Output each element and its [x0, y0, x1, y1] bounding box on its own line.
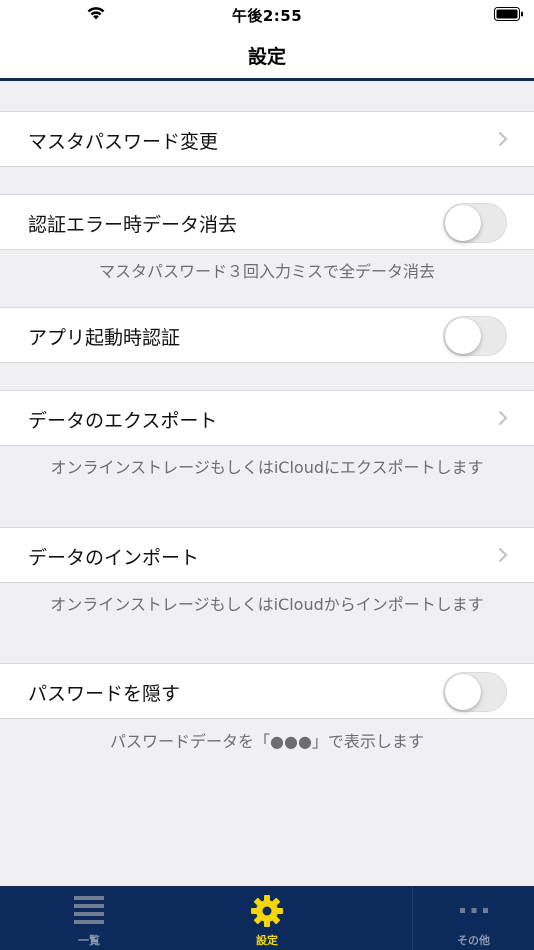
auth-on-launch-toggle[interactable] [443, 316, 507, 356]
tab-label: 一覧 [78, 934, 100, 947]
row-label: データのエクスポート [28, 410, 218, 432]
page-title: 設定 [247, 46, 286, 68]
wipe-on-auth-error-toggle[interactable] [443, 203, 507, 243]
chevron-right-icon [498, 547, 508, 563]
data-import-row[interactable]: データのインポート [0, 527, 534, 583]
tab-label: その他 [457, 934, 490, 947]
toggle-knob [445, 318, 481, 354]
row-label: データのインポート [28, 547, 200, 569]
list-icon [74, 896, 104, 924]
tab-bar: 一覧 設定 その他 [0, 886, 534, 950]
tab-other[interactable]: その他 [412, 886, 534, 950]
wipe-on-auth-error-footer: マスタパスワード３回入力ミスで全データ消去 [98, 262, 435, 281]
battery-icon [494, 7, 523, 21]
navigation-bar: 設定 [0, 28, 534, 81]
tab-label: 設定 [256, 934, 278, 947]
settings-screen: 午後2:55 設定 マスタパスワード変更 認証エラー時データ消去 マスタパスワー… [0, 0, 534, 950]
chevron-right-icon [498, 410, 508, 426]
tab-list[interactable]: 一覧 [0, 886, 178, 950]
status-time: 午後2:55 [231, 7, 303, 25]
hide-password-row: パスワードを隠す [0, 663, 534, 719]
row-label: マスタパスワード変更 [28, 131, 219, 153]
auth-on-launch-row: アプリ起動時認証 [0, 307, 534, 363]
wipe-on-auth-error-row: 認証エラー時データ消去 [0, 194, 534, 250]
hide-password-toggle[interactable] [443, 672, 507, 712]
data-export-row[interactable]: データのエクスポート [0, 390, 534, 446]
hide-password-footer: パスワードデータを「●●●」で表示します [110, 732, 424, 751]
row-label: パスワードを隠す [28, 683, 181, 705]
toggle-knob [445, 205, 481, 241]
toggle-knob [445, 674, 481, 710]
more-icon [459, 908, 488, 913]
status-bar: 午後2:55 [0, 0, 534, 28]
tab-settings[interactable]: 設定 [178, 886, 356, 950]
data-import-footer: オンラインストレージもしくはiCloudからインポートします [50, 595, 484, 614]
row-label: 認証エラー時データ消去 [28, 214, 238, 236]
row-label: アプリ起動時認証 [28, 327, 181, 349]
gear-icon [251, 895, 283, 927]
master-password-change-row[interactable]: マスタパスワード変更 [0, 111, 534, 167]
data-export-footer: オンラインストレージもしくはiCloudにエクスポートします [50, 458, 484, 477]
chevron-right-icon [498, 131, 508, 147]
